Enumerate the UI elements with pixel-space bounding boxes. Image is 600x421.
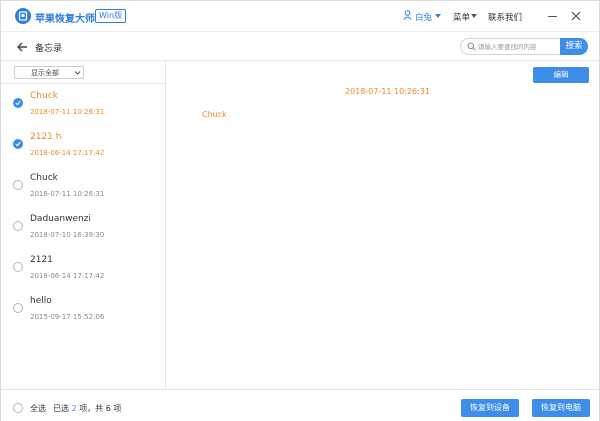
note-title: 2121 h xyxy=(30,132,62,142)
title-bar: 苹果恢复大师 Win版 白兔 菜单 联系我们 xyxy=(1,1,599,31)
search-button[interactable]: 搜索 xyxy=(560,38,588,55)
detail-date: 2018-07-11 10:26:31 xyxy=(345,87,430,96)
list-item[interactable]: Daduanwenzi 2018-07-10 16:39:30 xyxy=(1,209,165,249)
list-item[interactable]: Chuck 2018-07-11 10:26:31 xyxy=(1,168,165,208)
select-all-checkbox-icon[interactable] xyxy=(13,403,23,413)
user-icon[interactable] xyxy=(403,10,412,20)
unchecked-icon[interactable] xyxy=(13,303,23,313)
unchecked-icon[interactable] xyxy=(13,262,23,272)
list-item[interactable]: 2121 h 2018-06-14 17:17:42 xyxy=(1,127,165,167)
checked-icon[interactable] xyxy=(13,139,23,149)
list-item[interactable]: hello 2015-09-17 15:52:06 xyxy=(1,291,165,331)
divider xyxy=(1,83,165,84)
app-logo-icon xyxy=(15,8,31,24)
selected-count: 2 xyxy=(71,404,77,413)
menu-button[interactable]: 菜单 xyxy=(453,11,470,23)
unchecked-icon[interactable] xyxy=(13,180,23,190)
minimize-icon[interactable] xyxy=(545,9,559,23)
selection-count: 已选 2 项，共 6 项 xyxy=(53,403,121,414)
restore-to-pc-button[interactable]: 恢复到电脑 xyxy=(532,399,590,417)
note-date: 2018-07-10 16:39:30 xyxy=(30,231,105,239)
filter-selected-value: 显示全部 xyxy=(31,69,59,77)
note-title: hello xyxy=(30,296,52,306)
edit-button[interactable]: 编辑 xyxy=(533,67,589,83)
note-date: 2018-06-14 17:17:42 xyxy=(30,272,105,280)
note-date: 2015-09-17 15:52:06 xyxy=(30,313,105,321)
app-window: 苹果恢复大师 Win版 白兔 菜单 联系我们 备忘录 请输入要查找的内容 搜索 … xyxy=(0,0,600,421)
note-detail-panel: 编辑 2018-07-11 10:26:31 Chuck xyxy=(167,61,599,389)
checked-icon[interactable] xyxy=(13,98,23,108)
page-header: 备忘录 搜索 xyxy=(1,31,599,61)
unchecked-icon[interactable] xyxy=(13,221,23,231)
select-all-label[interactable]: 全选 xyxy=(30,403,46,414)
note-title: Chuck xyxy=(30,91,58,101)
chevron-down-icon xyxy=(74,71,81,75)
list-item[interactable]: 2121 2018-06-14 17:17:42 xyxy=(1,250,165,290)
list-item[interactable]: Chuck 2018-07-11 10:26:31 xyxy=(1,86,165,126)
filter-select[interactable]: 显示全部 xyxy=(14,66,84,79)
search-box[interactable] xyxy=(460,38,560,55)
app-name: 苹果恢复大师 xyxy=(35,14,95,25)
contact-us-link[interactable]: 联系我们 xyxy=(488,11,522,23)
note-date: 2018-07-11 10:26:31 xyxy=(30,190,105,198)
note-date: 2018-07-11 10:26:31 xyxy=(30,108,105,116)
restore-to-device-button[interactable]: 恢复到设备 xyxy=(461,399,519,417)
menu-dropdown-icon[interactable] xyxy=(471,14,477,18)
note-title: Daduanwenzi xyxy=(30,214,91,224)
search-icon xyxy=(467,42,476,51)
back-arrow-icon[interactable] xyxy=(15,40,29,54)
close-icon[interactable] xyxy=(569,9,583,23)
note-date: 2018-06-14 17:17:42 xyxy=(30,149,105,157)
detail-body: Chuck xyxy=(202,110,227,119)
user-name[interactable]: 白兔 xyxy=(415,11,432,23)
user-dropdown-icon[interactable] xyxy=(435,14,441,18)
note-title: 2121 xyxy=(30,255,53,265)
note-title: Chuck xyxy=(30,173,58,183)
page-title: 备忘录 xyxy=(35,44,63,54)
edition-badge: Win版 xyxy=(95,9,127,23)
selected-suffix: 项 xyxy=(113,404,122,413)
notes-list-panel: 显示全部 Chuck 2018-07-11 10:26:31 2121 h 20… xyxy=(1,61,166,389)
total-count: 6 xyxy=(105,404,111,413)
footer-bar: 全选 已选 2 项，共 6 项 恢复到设备 恢复到电脑 xyxy=(1,389,599,421)
selected-prefix: 已选 xyxy=(53,404,69,413)
search-input[interactable] xyxy=(478,40,558,53)
selected-mid: 项，共 xyxy=(79,404,104,413)
